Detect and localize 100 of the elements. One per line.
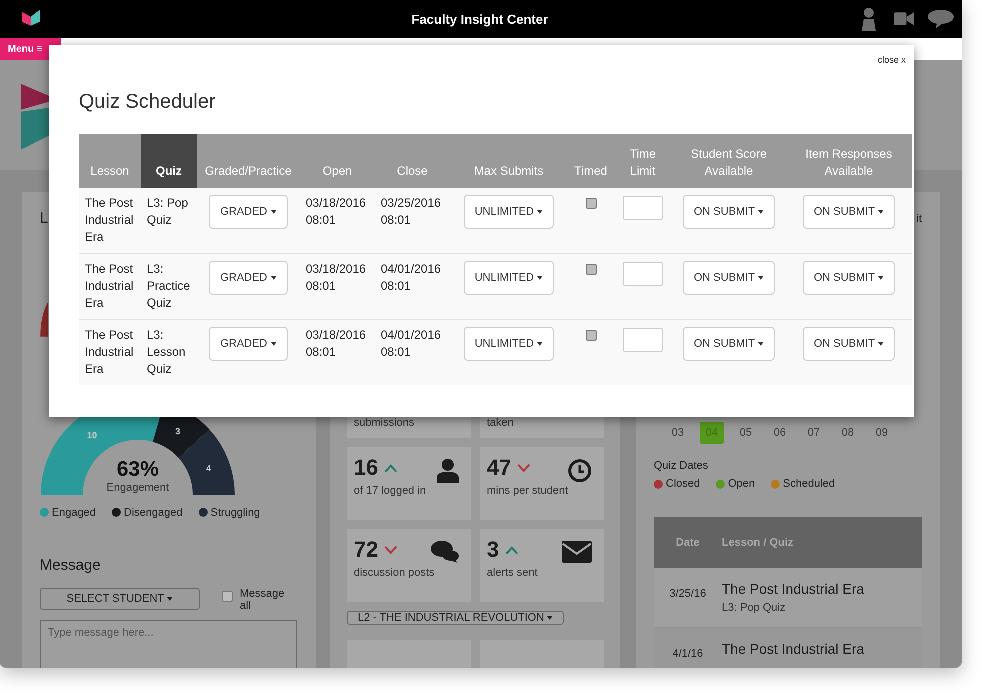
caret-icon xyxy=(758,342,764,346)
table-cell: 03/18/2016 08:01 xyxy=(300,188,375,254)
stat-value: 3 xyxy=(487,537,500,563)
time-limit-field[interactable] xyxy=(623,328,663,352)
caret-icon xyxy=(878,342,884,346)
time-limit-field[interactable] xyxy=(623,262,663,286)
wedge-drawing xyxy=(40,302,49,337)
checkbox[interactable] xyxy=(586,330,596,341)
dropdown-button[interactable]: ON SUBMIT xyxy=(803,195,895,229)
person-icon xyxy=(437,459,459,483)
segment-value: 10 xyxy=(87,430,98,440)
dropdown-button[interactable]: UNLIMITED xyxy=(464,261,554,295)
calendar-day[interactable]: 08 xyxy=(836,422,860,444)
calendar-day[interactable]: 05 xyxy=(734,422,758,444)
caret-icon xyxy=(547,616,554,620)
calendar-day[interactable]: 07 xyxy=(802,422,826,444)
table-cell: L3: Practice Quiz xyxy=(141,254,197,320)
lesson-name: The Post Industrial Era xyxy=(722,641,864,657)
engagement-percent: 63% xyxy=(116,458,160,481)
table-row[interactable]: 3/25/16 The Post Industrial Era L3: Pop Quiz xyxy=(654,568,922,628)
calendar-day[interactable]: 06 xyxy=(768,422,792,444)
checkbox[interactable] xyxy=(586,264,596,275)
close-link[interactable]: close x xyxy=(878,55,906,65)
date-cell-text: 4/1/16 xyxy=(672,648,704,660)
dropdown-button[interactable]: ON SUBMIT xyxy=(683,261,775,295)
dropdown-button[interactable]: UNLIMITED xyxy=(464,195,554,229)
stat-label: of 17 logged in xyxy=(354,485,428,497)
panel-title: it xyxy=(916,212,922,227)
table-cell: The Post Industrial Era xyxy=(79,320,141,385)
caret-icon xyxy=(758,210,764,214)
segment-value: 3 xyxy=(176,426,181,436)
caret-icon xyxy=(270,276,277,280)
logo-icon xyxy=(22,10,40,28)
caret-icon xyxy=(270,342,277,346)
dropdown-button[interactable]: UNLIMITED xyxy=(464,327,554,361)
legend-label: Disengaged xyxy=(124,506,183,519)
chat-icon[interactable] xyxy=(928,9,954,29)
video-camera-icon[interactable] xyxy=(894,12,914,26)
stat-label: mins per student xyxy=(487,485,570,497)
checkbox-label: Message all xyxy=(240,588,286,612)
chat-bubbles-icon xyxy=(431,541,459,563)
stat-label: submissions xyxy=(354,417,416,429)
checkbox[interactable] xyxy=(586,198,596,209)
dropdown-button[interactable]: ON SUBMIT xyxy=(803,261,895,295)
table-cell: 03/18/2016 08:01 xyxy=(300,254,375,320)
app-title: Faculty Insight Center xyxy=(410,12,550,26)
table-cell: 04/01/2016 08:01 xyxy=(375,254,450,320)
column-header: Date xyxy=(675,536,701,548)
dropdown-button[interactable]: GRADED xyxy=(209,261,288,295)
dialog-title: Quiz Scheduler xyxy=(79,91,217,114)
table-cell: 03/18/2016 08:01 xyxy=(300,320,375,385)
dropdown-button[interactable]: ON SUBMIT xyxy=(683,195,775,229)
table-cell: 03/25/2016 08:01 xyxy=(375,188,450,254)
column-header[interactable]: Quiz xyxy=(141,134,197,188)
envelope-icon xyxy=(562,541,592,563)
stat-value: 16 xyxy=(354,455,378,481)
calendar-day[interactable]: 09 xyxy=(870,422,894,444)
lesson-name: The Post Industrial Era xyxy=(722,581,864,597)
caret-icon xyxy=(167,596,174,601)
dropdown-button[interactable]: GRADED xyxy=(209,327,288,361)
dropdown-button[interactable]: GRADED xyxy=(209,195,288,229)
message-field[interactable]: Type message here... xyxy=(40,620,297,668)
stat-value: 47 xyxy=(487,455,512,481)
lesson-dropdown[interactable]: L2 - THE INDUSTRIAL REVOLUTION xyxy=(347,611,564,625)
panel-title: L xyxy=(40,210,48,228)
dropdown-button[interactable]: ON SUBMIT xyxy=(803,327,895,361)
legend-label: Engaged xyxy=(52,506,96,519)
gauge-segment xyxy=(178,430,235,495)
legend-label: Open xyxy=(728,478,756,490)
table-cell: The Post Industrial Era xyxy=(79,188,141,254)
clock-icon xyxy=(568,459,592,483)
dropdown-button[interactable]: ON SUBMIT xyxy=(683,327,775,361)
stat-label: alerts sent xyxy=(487,567,539,579)
stat-label: taken xyxy=(487,417,515,429)
caret-icon xyxy=(270,210,277,214)
legend-label: Struggling xyxy=(210,506,260,519)
engagement-label: Engagement xyxy=(106,482,170,494)
caret-icon xyxy=(878,210,884,214)
caret-icon xyxy=(758,276,764,280)
time-limit-field[interactable] xyxy=(623,196,663,220)
checkbox[interactable] xyxy=(222,590,233,602)
legend-title: Quiz Dates xyxy=(654,460,710,472)
caret-icon xyxy=(537,276,544,280)
column-header: Lesson / Quiz xyxy=(722,536,794,548)
table-cell: L3: Lesson Quiz xyxy=(141,320,197,385)
table-cell: 04/01/2016 08:01 xyxy=(375,320,450,385)
calendar-day[interactable]: 03 xyxy=(666,422,690,444)
table-cell: The Post Industrial Era xyxy=(79,254,141,320)
date-cell-text: 3/25/16 xyxy=(668,588,708,600)
section-title: Message xyxy=(40,556,102,574)
quiz-name: L3: Pop Quiz xyxy=(722,602,787,614)
table-cell: L3: Pop Quiz xyxy=(141,188,197,254)
caret-icon xyxy=(537,342,544,346)
stat-label: discussion posts xyxy=(354,567,436,579)
legend-label: Scheduled xyxy=(783,478,836,490)
logo-drawing xyxy=(21,84,49,150)
select-student-dropdown[interactable]: SELECT STUDENT xyxy=(40,588,200,610)
caret-icon xyxy=(537,210,544,214)
caret-icon xyxy=(878,276,884,280)
segment-value: 4 xyxy=(206,463,212,474)
